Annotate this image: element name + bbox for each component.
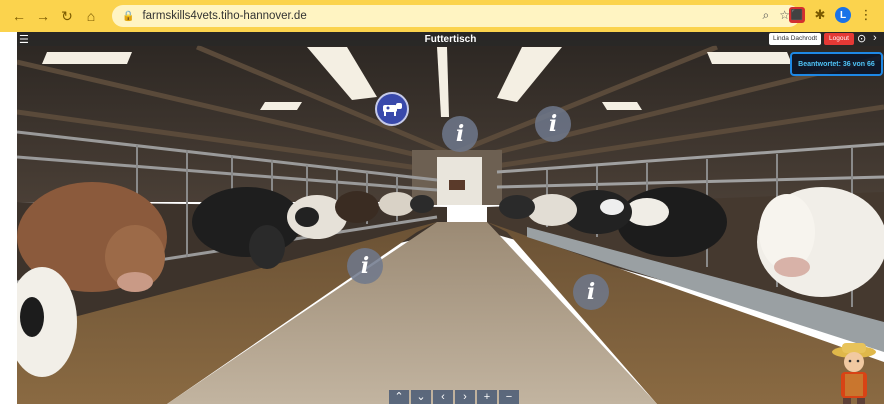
reload-icon[interactable]: ↻: [56, 5, 78, 27]
pan-right-button[interactable]: ›: [455, 390, 475, 404]
farmer-avatar-icon[interactable]: [829, 340, 879, 404]
profile-avatar[interactable]: L: [835, 7, 851, 23]
user-name-badge: Linda Dachrodt: [769, 33, 822, 45]
cow-icon: [383, 103, 402, 116]
zoom-out-button[interactable]: −: [499, 390, 519, 404]
pdf-extension-icon[interactable]: ⬛: [789, 7, 805, 23]
info-hotspot-2[interactable]: i: [535, 106, 571, 142]
info-hotspot-4[interactable]: i: [573, 274, 609, 310]
zoom-in-button[interactable]: +: [477, 390, 497, 404]
menu-toggle-icon[interactable]: ☰: [19, 33, 29, 46]
browser-menu-icon[interactable]: ⋮: [858, 7, 874, 23]
navigation-controls: ⌃ ⌄ ‹ › + −: [389, 390, 519, 404]
extensions-puzzle-icon[interactable]: ✱: [812, 7, 828, 23]
info-hotspot-3[interactable]: i: [347, 248, 383, 284]
back-arrow-icon[interactable]: ←: [8, 5, 30, 27]
pan-down-button[interactable]: ⌄: [411, 390, 431, 404]
cow-hotspot[interactable]: [375, 92, 409, 126]
logout-button[interactable]: Logout: [824, 33, 854, 45]
pan-up-button[interactable]: ⌃: [389, 390, 409, 404]
url-text: farmskills4vets.tiho-hannover.de: [142, 10, 307, 22]
zoom-icon[interactable]: ⌕: [763, 8, 770, 23]
tour-top-bar: ☰ Futtertisch: [17, 32, 884, 46]
barn-panorama-image: [17, 32, 884, 404]
autoplay-icon[interactable]: ⊙: [857, 32, 866, 45]
home-icon[interactable]: ⌂: [80, 5, 102, 27]
panorama-viewer[interactable]: ☰ Futtertisch Linda Dachrodt Logout ⊙ › …: [17, 32, 884, 404]
scene-title: Futtertisch: [424, 33, 477, 45]
info-hotspot-1[interactable]: i: [442, 116, 478, 152]
expand-chevron-icon[interactable]: ›: [873, 32, 877, 44]
answered-counter: Beantwortet: 36 von 66: [790, 52, 883, 76]
forward-arrow-icon[interactable]: →: [32, 5, 54, 27]
address-bar[interactable]: 🔒 farmskills4vets.tiho-hannover.de ⌕ ☆: [112, 5, 800, 27]
browser-toolbar: ← → ↻ ⌂ 🔒 farmskills4vets.tiho-hannover.…: [0, 0, 884, 32]
lock-icon[interactable]: 🔒: [122, 11, 134, 22]
pan-left-button[interactable]: ‹: [433, 390, 453, 404]
